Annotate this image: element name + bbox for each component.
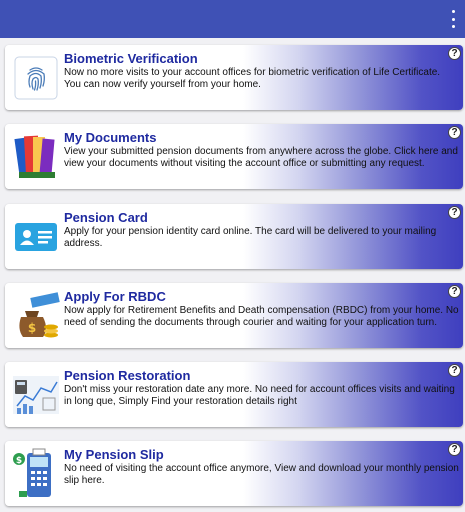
service-card-pension-slip[interactable]: $ My Pension Slip No need of visiting th… <box>5 441 463 506</box>
card-title: Biometric Verification <box>64 51 198 66</box>
help-icon[interactable]: ? <box>448 126 461 139</box>
money-bag-icon: $ <box>11 289 61 343</box>
svg-text:$: $ <box>28 321 36 335</box>
help-icon[interactable]: ? <box>448 443 461 456</box>
more-vert-icon[interactable] <box>449 10 457 28</box>
payment-terminal-icon: $ <box>11 447 61 501</box>
fingerprint-icon <box>11 51 61 105</box>
documents-folders-icon <box>11 130 61 184</box>
svg-text:$: $ <box>16 456 22 466</box>
card-title: Apply For RBDC <box>64 289 166 304</box>
service-card-documents[interactable]: My Documents View your submitted pension… <box>5 124 463 189</box>
help-icon[interactable]: ? <box>448 285 461 298</box>
card-description: Don't miss your restoration date any mor… <box>64 384 455 407</box>
card-title: Pension Restoration <box>64 368 191 383</box>
id-card-icon <box>11 210 61 264</box>
card-title: My Documents <box>64 130 157 145</box>
service-card-pension-card[interactable]: Pension Card Apply for your pension iden… <box>5 204 463 269</box>
card-description: Now no more visits to your account offic… <box>64 67 441 90</box>
card-description: View your submitted pension documents fr… <box>64 146 458 169</box>
card-description: Now apply for Retirement Benefits and De… <box>64 305 459 328</box>
help-icon[interactable]: ? <box>448 364 461 377</box>
service-card-biometric[interactable]: Biometric Verification Now no more visit… <box>5 45 463 110</box>
card-description: No need of visiting the account office a… <box>64 463 459 486</box>
service-card-rbdc[interactable]: $ Apply For RBDC Now apply for Retiremen… <box>5 283 463 348</box>
help-icon[interactable]: ? <box>448 206 461 219</box>
app-bar <box>0 0 465 38</box>
service-card-restoration[interactable]: Pension Restoration Don't miss your rest… <box>5 362 463 427</box>
card-title: Pension Card <box>64 210 148 225</box>
card-description: Apply for your pension identity card onl… <box>64 226 437 249</box>
charts-calculator-icon <box>11 368 61 422</box>
card-title: My Pension Slip <box>64 447 164 462</box>
help-icon[interactable]: ? <box>448 47 461 60</box>
